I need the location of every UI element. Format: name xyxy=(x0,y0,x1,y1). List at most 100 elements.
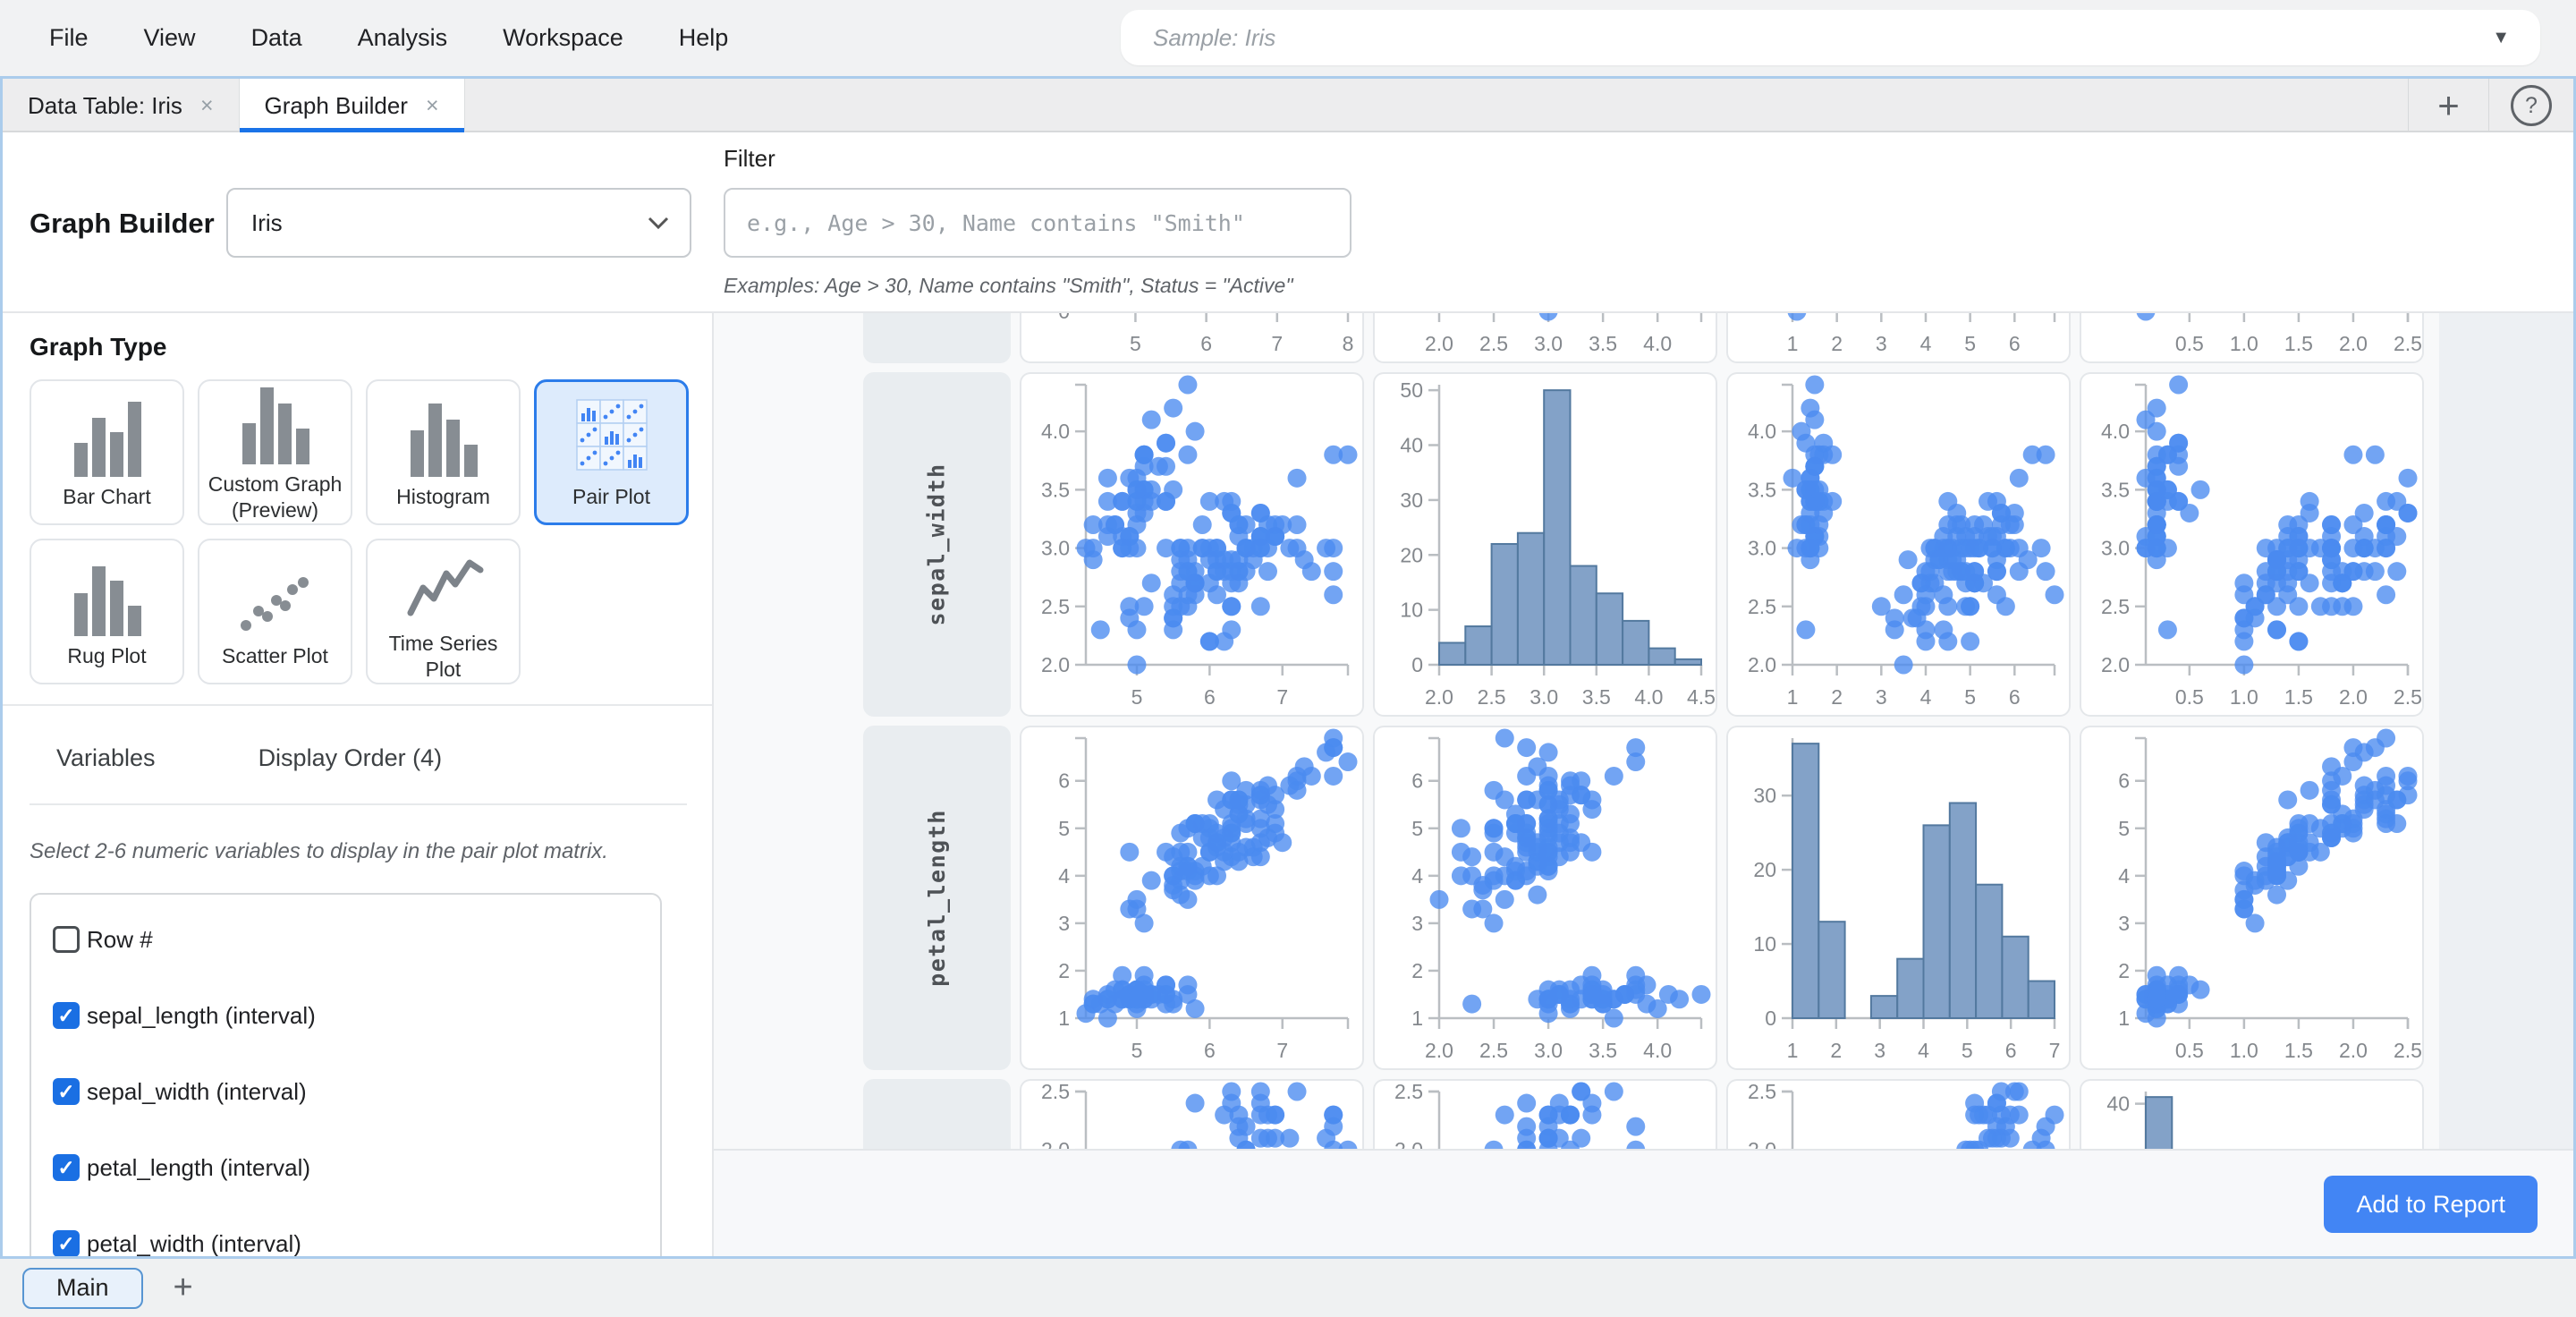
svg-text:0: 0 xyxy=(1765,1007,1776,1030)
scatter-plot: 1234562.02.53.03.54.0 xyxy=(1726,372,2071,717)
sample-search-input[interactable] xyxy=(1121,24,2492,52)
svg-text:4.0: 4.0 xyxy=(2101,420,2130,443)
variable-item[interactable]: ✓petal_width (interval) xyxy=(53,1229,660,1256)
svg-text:30: 30 xyxy=(1400,489,1423,512)
pairplot-cell-petal_length-vs-sepal_width: 2.02.53.03.54.0123456 xyxy=(1373,726,1717,1070)
new-tab-button[interactable]: + xyxy=(2408,79,2488,132)
menu-item-file[interactable]: File xyxy=(49,24,89,52)
menu-item-view[interactable]: View xyxy=(144,24,196,52)
svg-text:2.0: 2.0 xyxy=(1748,653,1776,676)
svg-text:7: 7 xyxy=(1271,332,1283,355)
variable-item[interactable]: ✓sepal_width (interval) xyxy=(53,1077,660,1106)
close-icon[interactable]: × xyxy=(426,93,439,119)
svg-text:5: 5 xyxy=(1964,685,1976,709)
pairplot-cell-petal_length-vs-sepal_length: 567123456 xyxy=(1020,726,1364,1070)
menu-item-workspace[interactable]: Workspace xyxy=(503,24,623,52)
add-sheet-button[interactable]: + xyxy=(174,1269,193,1307)
sheet-bar: Main + xyxy=(0,1259,2576,1317)
svg-text:2.0: 2.0 xyxy=(1041,653,1070,676)
svg-text:5: 5 xyxy=(1964,332,1976,355)
svg-text:7: 7 xyxy=(1276,685,1288,709)
svg-text:2: 2 xyxy=(1831,332,1843,355)
graph-type-pair-plot[interactable]: Pair Plot xyxy=(534,379,689,525)
svg-text:10: 10 xyxy=(1400,599,1423,622)
add-to-report-button[interactable]: Add to Report xyxy=(2324,1176,2538,1233)
pairplot-row-petal_length: petal_length5671234562.02.53.03.54.01234… xyxy=(863,726,2424,1070)
histogram-plot: 2.02.53.03.54.04.501020304050 xyxy=(1373,372,1717,717)
pairplot-row-sepal_length: sepal_length5678010202.02.53.03.54.05671… xyxy=(863,313,2424,363)
svg-text:2.5: 2.5 xyxy=(1748,1080,1776,1103)
svg-text:1: 1 xyxy=(1787,685,1799,709)
svg-text:0: 0 xyxy=(1058,313,1070,323)
svg-text:1.5: 1.5 xyxy=(2284,685,2313,709)
pairplot-cell-sepal_length-vs-sepal_width: 2.02.53.03.54.0567 xyxy=(1373,313,1717,363)
plot-right-gutter xyxy=(2439,313,2573,1149)
graph-type-custom-graph-preview-[interactable]: Custom Graph (Preview) xyxy=(198,379,352,525)
svg-text:40: 40 xyxy=(2106,1092,2130,1116)
menu-item-data[interactable]: Data xyxy=(251,24,302,52)
tab-label: Graph Builder xyxy=(265,92,408,120)
bar-chart-icon xyxy=(67,395,148,477)
variable-item[interactable]: Row # xyxy=(53,925,660,954)
svg-text:4.0: 4.0 xyxy=(1748,420,1776,443)
pairplot-cell-petal_width-vs-sepal_width: 2.02.53.03.54.00.51.01.52.02.5 xyxy=(1373,1079,1717,1149)
variable-label: Row # xyxy=(87,926,153,954)
svg-text:6: 6 xyxy=(1411,769,1423,793)
svg-text:6: 6 xyxy=(2009,685,2021,709)
graph-type-histogram[interactable]: Histogram xyxy=(366,379,521,525)
menu-item-help[interactable]: Help xyxy=(679,24,729,52)
tab-variables[interactable]: Variables xyxy=(56,744,156,772)
graph-type-bar-chart[interactable]: Bar Chart xyxy=(30,379,184,525)
svg-text:2.0: 2.0 xyxy=(1041,1138,1070,1149)
checkbox-checked-icon[interactable]: ✓ xyxy=(53,1230,80,1256)
menu-item-analysis[interactable]: Analysis xyxy=(358,24,448,52)
graph-type-label: Bar Chart xyxy=(57,484,156,509)
svg-text:3: 3 xyxy=(1874,1039,1885,1062)
dropdown-arrow-icon[interactable]: ▼ xyxy=(2492,28,2540,48)
pairplot-viewport[interactable]: sepal_length5678010202.02.53.03.54.05671… xyxy=(714,313,2573,1149)
svg-text:6: 6 xyxy=(1204,685,1216,709)
svg-text:3.0: 3.0 xyxy=(1530,685,1558,709)
pairplot-row-petal_width: petal_width5670.51.01.52.02.52.02.53.03.… xyxy=(863,1079,2424,1149)
svg-text:2.5: 2.5 xyxy=(2394,332,2422,355)
svg-text:1.5: 1.5 xyxy=(2284,1039,2313,1062)
checkbox-checked-icon[interactable]: ✓ xyxy=(53,1078,80,1105)
graph-type-time-series-plot[interactable]: Time Series Plot xyxy=(366,539,521,684)
dataset-select[interactable]: Iris xyxy=(226,188,691,258)
custom-graph-icon xyxy=(235,382,316,464)
checkbox-checked-icon[interactable]: ✓ xyxy=(53,1002,80,1029)
svg-text:20: 20 xyxy=(1400,543,1423,566)
svg-text:2.0: 2.0 xyxy=(1425,1039,1453,1062)
svg-text:2.5: 2.5 xyxy=(2394,1039,2422,1062)
tab-graph-builder[interactable]: Graph Builder × xyxy=(240,79,465,132)
time-series-icon xyxy=(403,541,484,624)
svg-text:2.5: 2.5 xyxy=(1041,1080,1070,1103)
builder-sidebar: Graph Type Bar ChartCustom Graph (Previe… xyxy=(3,313,714,1256)
svg-text:3: 3 xyxy=(1876,332,1887,355)
tab-display-order[interactable]: Display Order (4) xyxy=(258,744,443,772)
checkbox-unchecked-icon[interactable] xyxy=(53,926,80,953)
graph-type-rug-plot[interactable]: Rug Plot xyxy=(30,539,184,684)
svg-text:2.5: 2.5 xyxy=(1479,1039,1508,1062)
variable-item[interactable]: ✓petal_length (interval) xyxy=(53,1153,660,1182)
svg-text:2.5: 2.5 xyxy=(2101,595,2130,618)
variable-item[interactable]: ✓sepal_length (interval) xyxy=(53,1001,660,1030)
tab-data-table-iris[interactable]: Data Table: Iris× xyxy=(3,79,240,132)
pairplot-cell-sepal_length-vs-petal_width: 0.51.01.52.02.5567 xyxy=(2080,313,2424,363)
svg-text:2: 2 xyxy=(1058,959,1070,982)
svg-text:2.5: 2.5 xyxy=(1748,595,1776,618)
svg-text:4.0: 4.0 xyxy=(1643,1039,1672,1062)
graph-type-label: Time Series Plot xyxy=(368,631,519,681)
svg-text:2: 2 xyxy=(1830,1039,1842,1062)
close-icon[interactable]: × xyxy=(200,93,214,119)
svg-text:5: 5 xyxy=(1131,685,1143,709)
graph-type-scatter-plot[interactable]: Scatter Plot xyxy=(198,539,352,684)
scatter-plot: 567123456 xyxy=(1020,726,1364,1070)
help-button[interactable]: ? xyxy=(2488,79,2573,132)
svg-text:4.0: 4.0 xyxy=(1634,685,1663,709)
filter-input[interactable] xyxy=(724,188,1352,258)
pairplot-cell-petal_length-vs-petal_width: 0.51.01.52.02.5123456 xyxy=(2080,726,2424,1070)
sample-search[interactable]: ▼ xyxy=(1121,10,2540,65)
checkbox-checked-icon[interactable]: ✓ xyxy=(53,1154,80,1181)
sheet-tab-main[interactable]: Main xyxy=(22,1268,143,1309)
